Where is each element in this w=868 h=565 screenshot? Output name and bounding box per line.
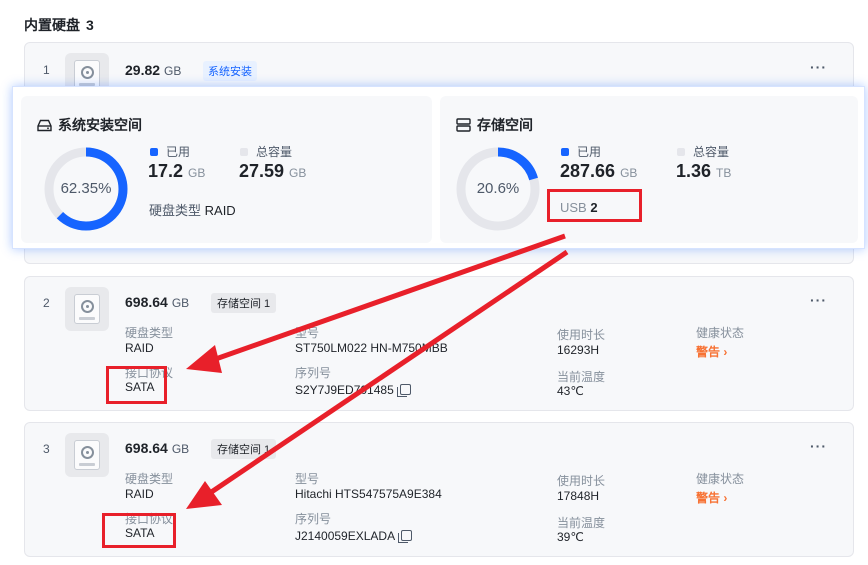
type-value: RAID: [204, 203, 236, 218]
health-value: 警告: [696, 345, 721, 359]
temp-label: 当前温度: [557, 516, 606, 530]
total-unit: GB: [289, 166, 307, 180]
usage-label: 使用时长: [557, 328, 606, 342]
used-legend: 已用: [150, 143, 190, 160]
section-title: 内置硬盘 3: [24, 15, 94, 35]
system-space-card[interactable]: 系统安装空间 62.35% 已用 17.2 GB 总容量 27.59 GB 硬盘类型…: [21, 96, 432, 243]
system-space-type: 硬盘类型 RAID: [149, 200, 236, 219]
used-label: 已用: [166, 145, 191, 159]
health-label: 健康状态: [696, 326, 745, 340]
storage-space-title: 存储空间: [456, 115, 533, 135]
total-capacity: 27.59 GB: [239, 161, 306, 182]
used-label: 已用: [577, 145, 602, 159]
total-swatch: [240, 147, 248, 156]
total-value: 1.36: [676, 161, 712, 181]
used-value: 287.66: [560, 161, 616, 181]
total-swatch: [677, 147, 685, 156]
temp-value: 43℃: [557, 384, 584, 398]
capacity-unit: GB: [171, 296, 190, 310]
chevron-right-icon: ›: [723, 345, 728, 359]
capacity-value: 29.82: [125, 62, 161, 78]
capacity-value: 698.64: [125, 440, 168, 456]
section-title-text: 内置硬盘: [24, 17, 80, 33]
usage-value: 17848H: [557, 489, 600, 503]
used-legend: 已用: [561, 143, 601, 160]
system-space-title: 系统安装空间: [37, 115, 142, 135]
health-value: 警告: [696, 491, 721, 505]
usage-label: 使用时长: [557, 474, 606, 488]
storage-space-percent: 20.6%: [476, 180, 520, 197]
used-swatch: [561, 147, 569, 156]
total-legend: 总容量: [677, 143, 729, 160]
system-space-title-text: 系统安装空间: [58, 117, 142, 133]
serial-row: S2Y7J9ED701485: [295, 383, 411, 397]
annotation-box-sata-disk2: [106, 366, 167, 404]
serial-row: J2140059EXLADA: [295, 529, 413, 543]
total-value: 27.59: [239, 161, 285, 181]
disk-type-label: 硬盘类型: [125, 326, 174, 340]
storage-space-title-text: 存储空间: [477, 117, 533, 133]
used-unit: GB: [188, 166, 206, 180]
model-label: 型号: [295, 326, 320, 340]
total-capacity: 1.36 TB: [676, 161, 731, 182]
hard-disk-icon: [65, 287, 109, 331]
health-status-link[interactable]: 警告 ›: [696, 489, 727, 506]
disk-count: 3: [86, 17, 94, 33]
model-value: ST750LM022 HN-M750MBB: [295, 341, 448, 355]
storage-stack-icon: [456, 118, 471, 132]
used-value: 17.2: [148, 161, 184, 181]
used-capacity: 17.2 GB: [148, 161, 205, 182]
more-dots-icon[interactable]: ···: [810, 59, 827, 75]
disk-type-value: RAID: [125, 341, 154, 355]
chevron-right-icon: ›: [723, 491, 728, 505]
capacity-unit: GB: [171, 442, 190, 456]
model-label: 型号: [295, 472, 320, 486]
serial-value: J2140059EXLADA: [295, 529, 396, 543]
annotation-box-usb: [547, 189, 642, 222]
used-swatch: [150, 147, 158, 156]
total-legend: 总容量: [240, 143, 292, 160]
model-value: Hitachi HTS547575A9E384: [295, 487, 442, 501]
disk-capacity: 698.64 GB: [125, 294, 189, 310]
used-capacity: 287.66 GB: [560, 161, 637, 182]
disk-index: 3: [43, 442, 50, 456]
storage-space-popover: 系统安装空间 62.35% 已用 17.2 GB 总容量 27.59 GB 硬盘类型…: [12, 86, 865, 249]
used-unit: GB: [620, 166, 638, 180]
total-label: 总容量: [256, 145, 293, 159]
disk-capacity: 698.64 GB: [125, 440, 189, 456]
system-space-percent: 62.35%: [60, 180, 112, 197]
drive-icon: [37, 119, 52, 131]
disk-type-label: 硬盘类型: [125, 472, 174, 486]
more-dots-icon[interactable]: ···: [810, 292, 827, 308]
copy-icon[interactable]: [398, 530, 413, 543]
capacity-unit: GB: [164, 64, 182, 78]
disk-index: 1: [43, 63, 50, 77]
temp-value: 39℃: [557, 530, 584, 544]
capacity-value: 698.64: [125, 294, 168, 310]
health-label: 健康状态: [696, 472, 745, 486]
usage-value: 16293H: [557, 343, 600, 357]
hard-disk-icon: [65, 433, 109, 477]
serial-value: S2Y7J9ED701485: [295, 383, 394, 397]
copy-icon[interactable]: [396, 384, 411, 397]
storage-space-tag: 存储空间 1: [211, 293, 277, 313]
health-status-link[interactable]: 警告 ›: [696, 343, 727, 360]
serial-label: 序列号: [295, 366, 332, 380]
total-label: 总容量: [693, 145, 730, 159]
disk-index: 2: [43, 296, 50, 310]
type-label: 硬盘类型: [149, 203, 202, 218]
total-unit: TB: [716, 166, 732, 180]
disk-type-value: RAID: [125, 487, 154, 501]
serial-label: 序列号: [295, 512, 332, 526]
annotation-box-sata-disk3: [102, 513, 176, 548]
more-dots-icon[interactable]: ···: [810, 438, 827, 454]
storage-space-card[interactable]: 存储空间 20.6% 已用 287.66 GB 总容量 1.36 TB USB 2: [440, 96, 858, 243]
system-install-tag: 系统安装: [203, 61, 257, 81]
disk-capacity: 29.82 GB: [125, 62, 181, 78]
storage-space-tag: 存储空间 1: [211, 439, 277, 459]
temp-label: 当前温度: [557, 370, 606, 384]
